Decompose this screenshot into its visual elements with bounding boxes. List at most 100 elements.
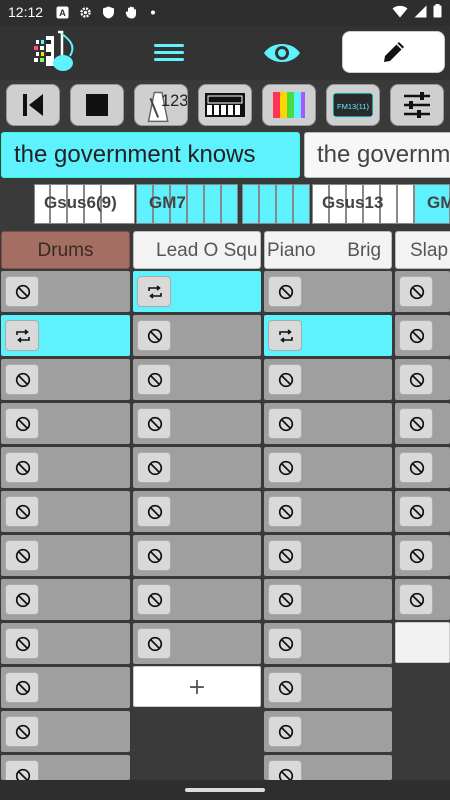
clip-cell[interactable]	[395, 359, 450, 400]
color-button[interactable]	[262, 84, 316, 126]
home-gesture-pill[interactable]	[185, 788, 265, 792]
clip-cell[interactable]	[133, 447, 261, 488]
clip-cell-active[interactable]	[133, 271, 261, 312]
beat-cell-active	[221, 184, 238, 224]
stop-button[interactable]	[70, 84, 124, 126]
disabled-icon	[409, 328, 425, 344]
disabled-icon	[15, 636, 31, 652]
lyric-next[interactable]: the governm	[304, 132, 450, 178]
clip-cell[interactable]	[1, 535, 130, 576]
clip-cell[interactable]	[264, 359, 392, 400]
back-to-start-button[interactable]	[6, 84, 60, 126]
track-header-piano[interactable]: Piano Brig	[264, 231, 392, 269]
clip-cell[interactable]	[133, 359, 261, 400]
clip-cell[interactable]	[264, 711, 392, 752]
clip-cell[interactable]	[133, 535, 261, 576]
clip-cell[interactable]	[133, 315, 261, 356]
clip-cell[interactable]	[1, 403, 130, 444]
track-header-drums[interactable]: Drums	[1, 231, 130, 269]
plus-icon: +	[187, 675, 207, 700]
disabled-icon	[147, 416, 163, 432]
clip-cell[interactable]	[1, 491, 130, 532]
clip-cell[interactable]	[264, 535, 392, 576]
chord-label: Gsus6(9)	[44, 193, 117, 212]
disabled-icon	[278, 592, 294, 608]
clip-cell[interactable]	[395, 491, 450, 532]
status-bar: 12:12 A	[0, 0, 450, 26]
mixer-button[interactable]	[390, 84, 444, 126]
chord-timeline[interactable]: Gsus6(9) GM7 Gsus13 GM	[34, 184, 450, 224]
disabled-icon	[15, 460, 31, 476]
eye-icon[interactable]	[262, 38, 302, 68]
loop-icon	[148, 285, 162, 299]
disabled-icon	[278, 504, 294, 520]
beat-cell-active	[276, 184, 293, 224]
edit-button[interactable]	[342, 31, 445, 73]
clip-cell[interactable]	[395, 315, 450, 356]
disabled-icon	[278, 460, 294, 476]
beat-cell-active	[242, 184, 259, 224]
track-header-slap[interactable]: Slap	[395, 231, 450, 269]
clip-cell[interactable]	[264, 447, 392, 488]
add-clip-button-slap[interactable]	[395, 622, 450, 663]
clip-cell[interactable]	[264, 667, 392, 708]
clip-cell[interactable]	[264, 491, 392, 532]
synth-button[interactable]: FM13(11)	[326, 84, 380, 126]
clip-cell[interactable]	[264, 403, 392, 444]
clip-cell[interactable]	[395, 579, 450, 620]
clip-cell[interactable]	[1, 579, 130, 620]
disabled-icon	[278, 548, 294, 564]
add-clip-button[interactable]: +	[133, 666, 261, 707]
disabled-icon	[15, 768, 31, 780]
clip-cell[interactable]	[264, 623, 392, 664]
status-time: 12:12	[8, 4, 44, 20]
disabled-icon	[278, 416, 294, 432]
clip-cell[interactable]	[1, 667, 130, 708]
clip-cell[interactable]	[1, 711, 130, 752]
disabled-icon	[147, 504, 163, 520]
clip-cell[interactable]	[133, 403, 261, 444]
metronome-button[interactable]: 123	[134, 84, 188, 126]
clip-cell-active[interactable]	[1, 315, 130, 356]
disabled-icon	[278, 680, 294, 696]
disabled-icon	[15, 416, 31, 432]
disabled-icon	[15, 680, 31, 696]
disabled-icon	[147, 636, 163, 652]
clip-cell[interactable]	[264, 271, 392, 312]
clip-cell[interactable]	[1, 447, 130, 488]
clip-cell[interactable]	[1, 271, 130, 312]
track-header-lead[interactable]: Lead O Squ	[133, 231, 261, 269]
menu-hamburger-icon[interactable]	[150, 40, 188, 66]
system-nav-bar	[0, 780, 450, 800]
settings-status-icon	[80, 7, 91, 18]
clip-cell[interactable]	[264, 579, 392, 620]
clip-cell[interactable]	[1, 623, 130, 664]
clip-cell[interactable]	[395, 535, 450, 576]
clip-cell[interactable]	[133, 623, 261, 664]
clip-cell[interactable]	[395, 271, 450, 312]
synth-device-icon: FM13(11)	[332, 92, 374, 118]
beat-cell	[397, 184, 414, 224]
disabled-icon	[278, 768, 294, 780]
svg-text:A: A	[59, 8, 66, 18]
disabled-icon	[15, 548, 31, 564]
clip-cell[interactable]	[1, 755, 130, 780]
disabled-icon	[409, 372, 425, 388]
clip-cell-active[interactable]	[264, 315, 392, 356]
disabled-icon	[147, 548, 163, 564]
disabled-icon	[15, 504, 31, 520]
clip-cell[interactable]	[1, 359, 130, 400]
clip-cell[interactable]	[133, 491, 261, 532]
clip-cell[interactable]	[395, 447, 450, 488]
beat-cell-active	[293, 184, 310, 224]
disabled-icon	[147, 372, 163, 388]
clip-cell[interactable]	[133, 579, 261, 620]
wifi-icon	[392, 5, 408, 17]
clip-cell[interactable]	[264, 755, 392, 780]
clip-cell[interactable]	[395, 403, 450, 444]
lyric-current[interactable]: the government knows	[1, 132, 300, 178]
color-palette-icon	[273, 92, 305, 118]
piano-keyboard-icon	[205, 93, 245, 117]
keyboard-button[interactable]	[198, 84, 252, 126]
app-logo-icon[interactable]	[32, 30, 80, 74]
